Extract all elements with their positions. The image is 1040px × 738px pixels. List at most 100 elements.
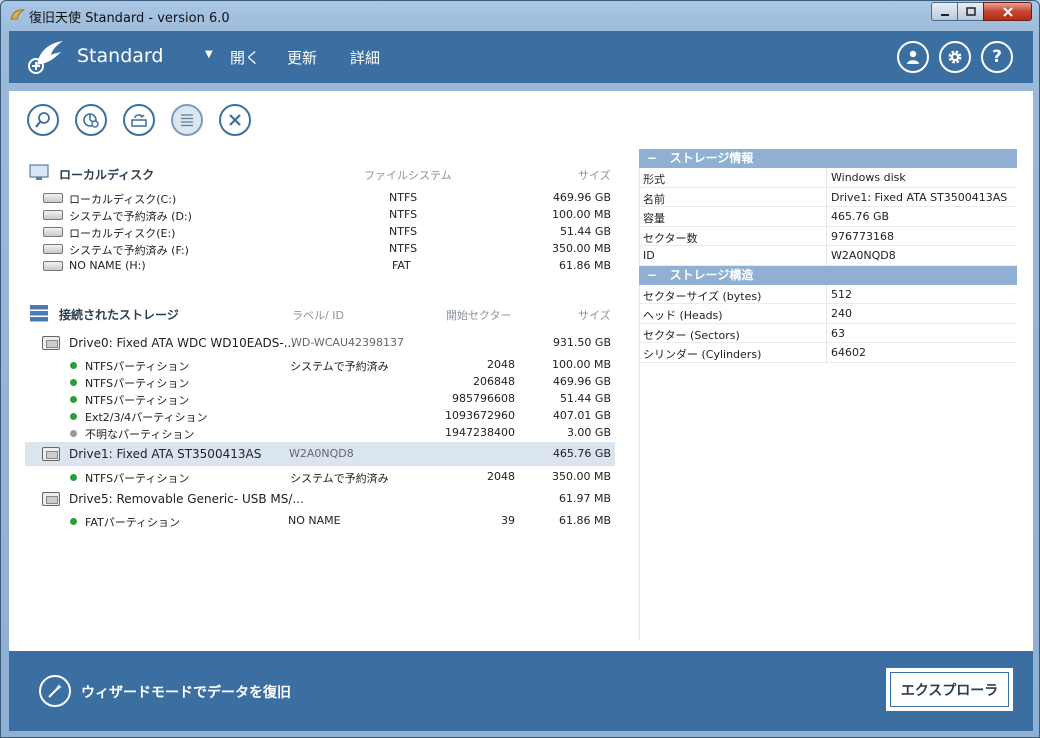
disk-fs: NTFS <box>389 208 418 221</box>
fs-column-header: ファイルシステム <box>364 169 452 182</box>
list-item[interactable]: システムで予約済み (F:) NTFS 350.00 MB <box>25 241 615 258</box>
drive-size: 931.50 GB <box>552 336 611 349</box>
list-icon <box>181 114 193 127</box>
disk-name: システムで予約済み (D:) <box>69 210 192 223</box>
storage-info-header[interactable]: − ストレージ情報 <box>639 149 1017 168</box>
list-item[interactable]: ローカルディスク(C:) NTFS 469.96 GB <box>25 190 615 207</box>
partition-start: 39 <box>501 514 515 527</box>
partition-row[interactable]: NTFSパーティション システムで予約済み 2048 100.00 MB <box>25 357 615 374</box>
menu-refresh[interactable]: 更新 <box>287 47 317 68</box>
partition-start: 985796608 <box>452 392 515 405</box>
partition-name: NTFSパーティション <box>85 394 190 407</box>
disk-fs: FAT <box>392 259 411 272</box>
partition-label: システムで予約済み <box>290 360 389 373</box>
drive-name: Drive5: Removable Generic- USB MS/... <box>69 492 304 506</box>
wizard-mode-button[interactable] <box>39 675 71 707</box>
partition-status-icon <box>70 430 77 437</box>
explorer-button[interactable]: エクスプローラ <box>886 668 1013 711</box>
partition-size: 350.00 MB <box>551 470 611 483</box>
info-row: 形式 Windows disk <box>639 168 1017 188</box>
collapse-icon[interactable]: − <box>647 268 657 282</box>
info-row: セクターサイズ (bytes) 512 <box>639 284 1017 304</box>
info-row: 容量 465.76 GB <box>639 207 1017 227</box>
title-bar: 復旧天使 Standard - version 6.0 <box>1 1 1039 29</box>
pie-chart-icon <box>83 113 99 128</box>
partition-name: FATパーティション <box>85 516 181 529</box>
partition-size: 100.00 MB <box>551 358 611 371</box>
drive-row[interactable]: Drive5: Removable Generic- USB MS/... 61… <box>25 487 615 511</box>
disk-size: 61.86 MB <box>558 259 611 272</box>
monitor-icon <box>29 164 49 180</box>
disk-fs: NTFS <box>389 242 418 255</box>
list-item[interactable]: NO NAME (H:) FAT 61.86 MB <box>25 258 615 275</box>
partition-row[interactable]: NTFSパーティション 206848 469.96 GB <box>25 374 615 391</box>
partition-name: NTFSパーティション <box>85 360 190 373</box>
storage-section-title: 接続されたストレージ <box>59 308 179 322</box>
partition-start: 2048 <box>487 470 515 483</box>
partition-size: 61.86 MB <box>558 514 611 527</box>
drive-size: 465.76 GB <box>552 447 611 460</box>
minimize-button[interactable] <box>931 2 958 21</box>
search-button[interactable] <box>27 104 59 136</box>
partition-start: 2048 <box>487 358 515 371</box>
disk-fs: NTFS <box>389 191 418 204</box>
disk-size: 350.00 MB <box>551 242 611 255</box>
account-button[interactable] <box>897 41 929 73</box>
partition-label: NO NAME <box>288 514 341 527</box>
close-icon <box>1002 6 1013 17</box>
disk-size: 469.96 GB <box>552 191 611 204</box>
start-sector-column-header: 開始セクター <box>446 309 512 322</box>
storage-structure-header[interactable]: − ストレージ構造 <box>639 265 1017 285</box>
info-row: ヘッド (Heads) 240 <box>639 304 1017 324</box>
drive-size: 61.97 MB <box>558 492 611 505</box>
hard-disk-icon <box>43 244 63 254</box>
hard-disk-icon <box>43 227 63 237</box>
magnifier-icon <box>35 112 50 128</box>
partition-row[interactable]: NTFSパーティション 985796608 51.44 GB <box>25 391 615 408</box>
disk-name: ローカルディスク(C:) <box>69 193 177 206</box>
brand-dropdown-icon[interactable]: ▼ <box>205 49 213 60</box>
question-icon: ? <box>992 47 1002 67</box>
angel-wing-logo-icon <box>28 41 63 74</box>
hard-disk-icon <box>43 210 63 220</box>
partition-row[interactable]: NTFSパーティション システムで予約済み 2048 350.00 MB <box>25 469 615 486</box>
menu-details[interactable]: 詳細 <box>350 47 380 68</box>
list-item[interactable]: システムで予約済み (D:) NTFS 100.00 MB <box>25 207 615 224</box>
disk-size: 51.44 GB <box>559 225 611 238</box>
disk-image-button[interactable] <box>123 104 155 136</box>
drive-name: Drive1: Fixed ATA ST3500413AS <box>69 447 262 461</box>
info-row: セクター数 976773168 <box>639 226 1017 246</box>
minimize-icon <box>940 13 949 16</box>
disk-name: ローカルディスク(E:) <box>69 227 176 240</box>
wizard-mode-link[interactable]: ウィザードモードでデータを復旧 <box>81 682 291 702</box>
x-icon <box>229 114 241 126</box>
magic-wand-icon <box>48 684 62 698</box>
settings-button[interactable] <box>939 41 971 73</box>
menu-open[interactable]: 開く <box>230 47 260 68</box>
app-header: Standard ▼ 開く 更新 詳細 ? <box>9 31 1033 83</box>
help-button[interactable]: ? <box>981 41 1013 73</box>
partition-row[interactable]: 不明なパーティション 1947238400 3.00 GB <box>25 425 615 442</box>
close-window-button[interactable] <box>983 2 1032 21</box>
drive-row[interactable]: Drive0: Fixed ATA WDC WD10EADS-... WD-WC… <box>25 331 615 355</box>
storage-structure-title: ストレージ構造 <box>669 267 754 282</box>
app-icon <box>10 9 25 20</box>
list-view-button[interactable] <box>171 104 203 136</box>
disk-fs: NTFS <box>389 225 418 238</box>
info-row: ID W2A0NQD8 <box>639 246 1017 266</box>
size-column-header: サイズ <box>578 169 611 182</box>
partition-search-button[interactable] <box>75 104 107 136</box>
drive-row-selected[interactable]: Drive1: Fixed ATA ST3500413AS W2A0NQD8 4… <box>25 442 615 466</box>
maximize-icon <box>965 6 976 16</box>
partition-status-icon <box>70 474 77 481</box>
partition-name: Ext2/3/4パーティション <box>85 411 208 424</box>
close-button[interactable] <box>219 104 251 136</box>
partition-row[interactable]: Ext2/3/4パーティション 1093672960 407.01 GB <box>25 408 615 425</box>
drive-label: W2A0NQD8 <box>289 447 354 460</box>
partition-row[interactable]: FATパーティション NO NAME 39 61.86 MB <box>25 513 615 530</box>
server-storage-icon <box>30 305 48 322</box>
collapse-icon[interactable]: − <box>647 151 657 165</box>
maximize-button[interactable] <box>957 2 984 21</box>
hdd-icon <box>42 447 60 461</box>
list-item[interactable]: ローカルディスク(E:) NTFS 51.44 GB <box>25 224 615 241</box>
